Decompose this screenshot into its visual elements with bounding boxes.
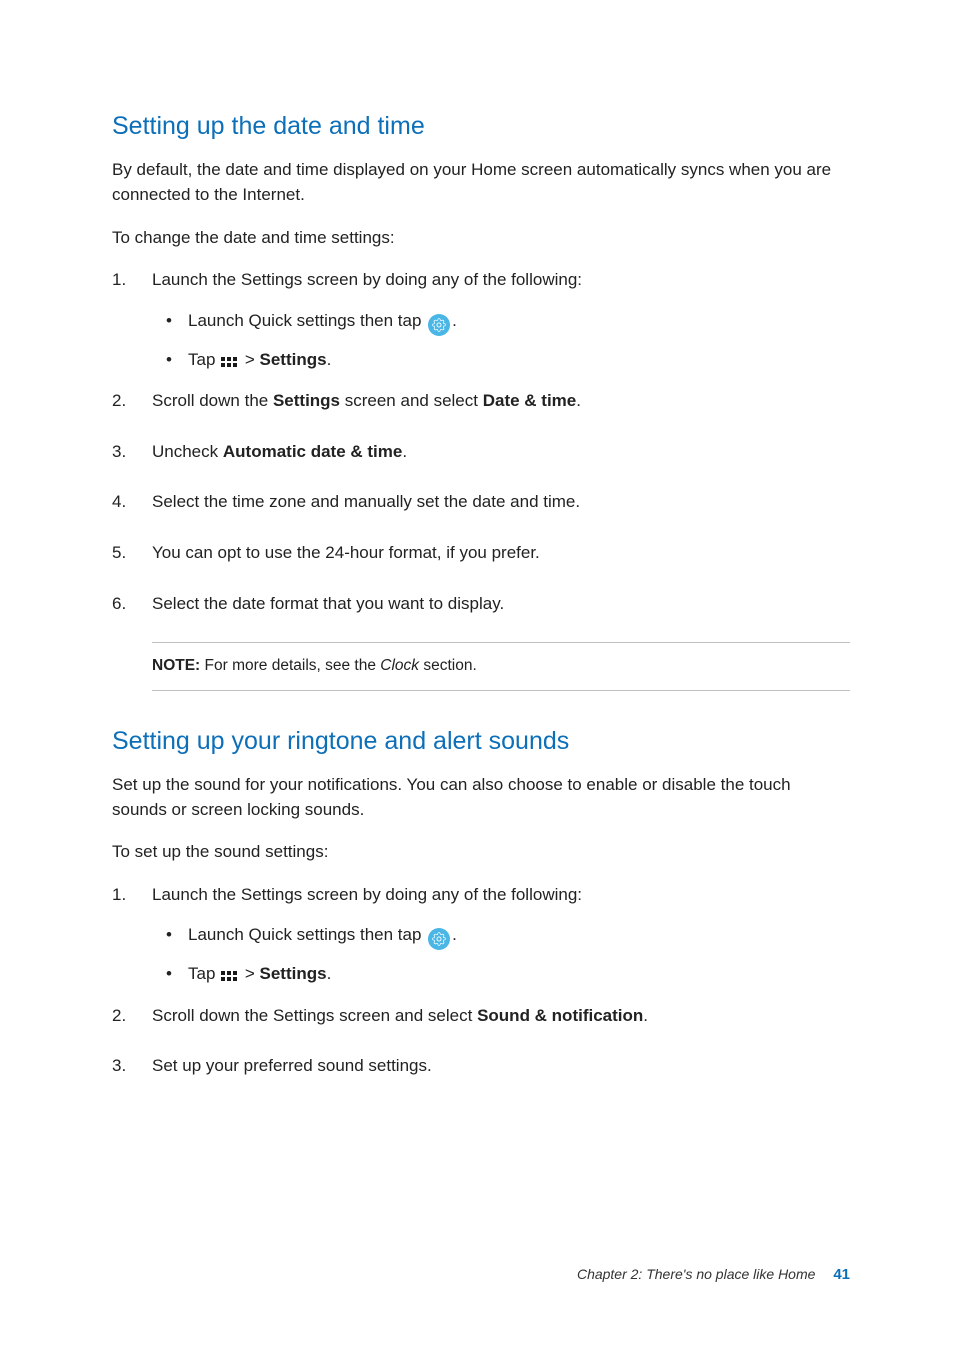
substep-tap-apps: Tap > Settings. <box>152 346 850 373</box>
step-2-b: Settings <box>273 391 340 410</box>
note-label: NOTE: <box>152 657 200 674</box>
r-substep-apps-suffix: . <box>327 964 332 983</box>
lead-ringtone: To set up the sound settings: <box>112 840 850 865</box>
note-text-b: section. <box>419 657 477 674</box>
r-substep-quick-settings: Launch Quick settings then tap . <box>152 921 850 950</box>
r-substep-tap-apps: Tap > Settings. <box>152 960 850 987</box>
heading-date-time: Setting up the date and time <box>112 108 850 144</box>
note-clock: Clock <box>380 657 419 674</box>
apps-grid-icon <box>221 971 237 981</box>
intro-ringtone: Set up the sound for your notifications.… <box>112 773 850 822</box>
page-content: Setting up the date and time By default,… <box>0 0 954 1079</box>
substep-apps-prefix: Tap <box>188 350 220 369</box>
substep-apps-settings: Settings <box>260 350 327 369</box>
r-step-2: Scroll down the Settings screen and sele… <box>112 1004 850 1029</box>
r-step-1-substeps: Launch Quick settings then tap . Tap > S… <box>152 921 850 987</box>
step-2-e: . <box>576 391 581 410</box>
step-3: Uncheck Automatic date & time. <box>112 440 850 465</box>
step-2: Scroll down the Settings screen and sele… <box>112 389 850 414</box>
step-6: Select the date format that you want to … <box>112 592 850 617</box>
r-substep-apps-settings: Settings <box>260 964 327 983</box>
r-step-3: Set up your preferred sound settings. <box>112 1054 850 1079</box>
r-step-2-c: . <box>643 1006 648 1025</box>
step-1-substeps: Launch Quick settings then tap . Tap > S… <box>152 307 850 373</box>
r-step-2-a: Scroll down the Settings screen and sele… <box>152 1006 477 1025</box>
step-2-d: Date & time <box>483 391 577 410</box>
r-substep-apps-gt: > <box>240 964 259 983</box>
note-box: NOTE: For more details, see the Clock se… <box>152 642 850 690</box>
r-substep-apps-prefix: Tap <box>188 964 220 983</box>
r-step-2-b: Sound & notification <box>477 1006 643 1025</box>
steps-date-time: Launch the Settings screen by doing any … <box>112 268 850 373</box>
substep-apps-suffix: . <box>327 350 332 369</box>
step-2-c: screen and select <box>340 391 483 410</box>
intro-date-time: By default, the date and time displayed … <box>112 158 850 207</box>
step-4: Select the time zone and manually set th… <box>112 490 850 515</box>
r-step-1: Launch the Settings screen by doing any … <box>112 883 850 988</box>
page-footer: Chapter 2: There's no place like Home 41 <box>577 1264 850 1286</box>
step-2-a: Scroll down the <box>152 391 273 410</box>
apps-grid-icon <box>221 357 237 367</box>
r-substep-qs-prefix: Launch Quick settings then tap <box>188 925 426 944</box>
substep-qs-suffix: . <box>452 311 457 330</box>
substep-quick-settings: Launch Quick settings then tap . <box>152 307 850 336</box>
steps-date-time-cont: Scroll down the Settings screen and sele… <box>112 389 850 616</box>
substep-apps-gt: > <box>240 350 259 369</box>
step-1: Launch the Settings screen by doing any … <box>112 268 850 373</box>
footer-chapter: Chapter 2: There's no place like Home <box>577 1266 815 1282</box>
gear-icon <box>428 314 450 336</box>
r-step-1-text: Launch the Settings screen by doing any … <box>152 885 582 904</box>
step-3-c: . <box>402 442 407 461</box>
steps-ringtone: Launch the Settings screen by doing any … <box>112 883 850 988</box>
note-text-a: For more details, see the <box>200 657 380 674</box>
substep-qs-prefix: Launch Quick settings then tap <box>188 311 426 330</box>
step-3-b: Automatic date & time <box>223 442 402 461</box>
footer-page-number: 41 <box>833 1266 850 1283</box>
lead-date-time: To change the date and time settings: <box>112 226 850 251</box>
step-5: You can opt to use the 24-hour format, i… <box>112 541 850 566</box>
steps-ringtone-cont: Scroll down the Settings screen and sele… <box>112 1004 850 1079</box>
r-substep-qs-suffix: . <box>452 925 457 944</box>
heading-ringtone: Setting up your ringtone and alert sound… <box>112 723 850 759</box>
step-3-a: Uncheck <box>152 442 223 461</box>
gear-icon <box>428 928 450 950</box>
step-1-text: Launch the Settings screen by doing any … <box>152 270 582 289</box>
